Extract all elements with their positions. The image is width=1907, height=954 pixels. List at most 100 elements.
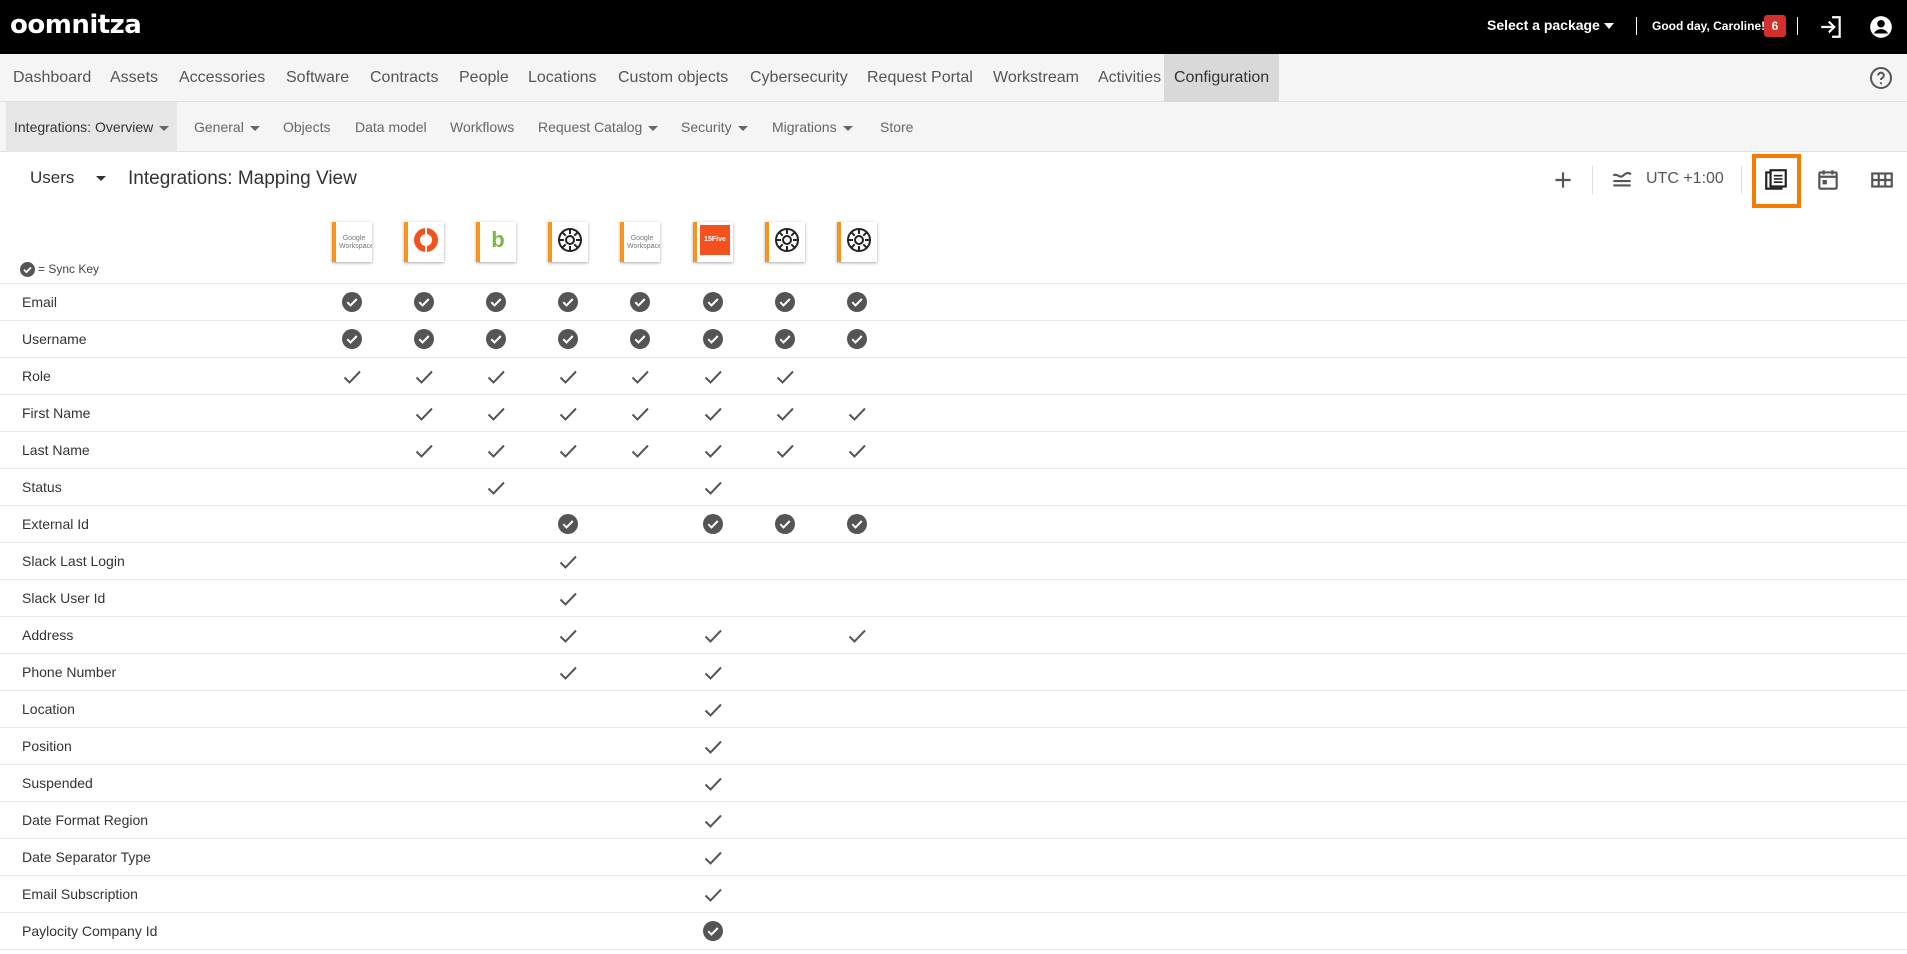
mapping-view-icon[interactable] [1763,167,1789,193]
subnav-item-objects[interactable]: Objects [283,102,330,152]
field-row: Address [0,616,1907,653]
subnav-label: Migrations [772,119,837,135]
chevron-down-icon[interactable] [1604,23,1614,29]
nav-item-dashboard[interactable]: Dashboard [13,54,91,102]
subnav-item-store[interactable]: Store [880,102,913,152]
subnav-item-workflows[interactable]: Workflows [450,102,514,152]
chevron-down-icon [96,176,107,182]
nav-item-contracts[interactable]: Contracts [370,54,438,102]
grid-view-icon[interactable] [1869,167,1895,193]
chevron-down-icon [737,125,748,131]
mapped-check-icon [341,367,363,387]
sub-nav: Integrations: Overview General Objects Data… [0,102,1907,152]
nav-item-software[interactable]: Software [286,54,349,102]
mapped-check-icon [557,552,579,572]
page-header: Users Integrations: Mapping View UTC +1:… [0,152,1907,208]
field-label: First Name [22,405,91,421]
integration-logo-google-workspace[interactable]: Google Workspace [620,222,660,262]
field-label: Slack Last Login [22,553,125,569]
subnav-item-migrations[interactable]: Migrations [772,102,853,152]
integration-logo-okta-like[interactable] [404,222,444,262]
integration-logo-generic-connector[interactable] [765,222,805,262]
mapped-check-icon [846,626,868,646]
mapped-check-icon [702,848,724,868]
sync-key-check-icon [702,513,724,534]
mapped-check-icon [702,626,724,646]
nav-item-assets[interactable]: Assets [110,54,158,102]
field-row: Last Name [0,431,1907,468]
integration-logos: Google Workspace b Google Workspace 15Five [0,216,1907,266]
sync-key-check-icon [557,291,579,312]
nav-item-cybersecurity[interactable]: Cybersecurity [750,54,848,102]
mapped-check-icon [846,404,868,424]
grid-bottom-border [0,949,1907,950]
integration-logo-bamboohr[interactable]: b [476,222,516,262]
mapped-check-icon [629,367,651,387]
calendar-icon[interactable] [1815,167,1841,193]
package-selector[interactable]: Select a package [1487,17,1600,33]
nav-item-workstream[interactable]: Workstream [993,54,1079,102]
app-logo[interactable]: oomnitza [10,10,142,40]
subnav-item-integrations-overview[interactable]: Integrations: Overview [6,102,178,152]
add-icon[interactable] [1550,167,1576,193]
field-label: Email Subscription [22,886,138,902]
sync-key-check-icon [846,513,868,534]
nav-item-locations[interactable]: Locations [528,54,597,102]
account-icon[interactable] [1868,14,1894,40]
logout-icon[interactable] [1818,14,1844,40]
sync-key-label: = Sync Key [38,262,100,276]
mapped-check-icon [702,774,724,794]
subnav-item-general[interactable]: General [194,102,260,152]
field-row: Role [0,357,1907,394]
integration-logo-google-workspace[interactable]: Google Workspace [332,222,372,262]
field-label: Last Name [22,442,90,458]
sync-key-check-icon [702,328,724,349]
subnav-label: Security [681,119,732,135]
sync-key-check-icon [846,328,868,349]
integration-logo-generic-connector[interactable] [548,222,588,262]
notification-badge[interactable]: 6 [1764,15,1786,37]
nav-item-activities[interactable]: Activities [1098,54,1161,102]
sync-key-legend: = Sync Key [20,262,100,278]
integration-logo-15five[interactable]: 15Five [693,222,733,262]
chevron-down-icon [648,125,659,131]
nav-item-configuration[interactable]: Configuration [1164,54,1280,102]
top-bar: oomnitza Select a package Good day, Caro… [0,0,1907,54]
subnav-item-security[interactable]: Security [681,102,748,152]
field-row: Phone Number [0,653,1907,690]
field-label: Date Format Region [22,812,149,828]
mapped-check-icon [557,404,579,424]
timezone-label[interactable]: UTC +1:00 [1646,170,1724,188]
mapped-check-icon [557,663,579,683]
object-type-dropdown[interactable]: Users [30,168,107,188]
subnav-item-data-model[interactable]: Data model [355,102,427,152]
field-row: Slack User Id [0,579,1907,616]
field-label: Suspended [22,775,93,791]
sync-key-check-icon [774,291,796,312]
divider [1636,17,1637,35]
field-label: Phone Number [22,664,117,680]
field-row: Date Separator Type [0,838,1907,875]
mapped-check-icon [702,663,724,683]
nav-item-request-portal[interactable]: Request Portal [867,54,973,102]
chevron-down-icon [249,125,260,131]
subnav-label: Integrations: Overview [14,119,154,135]
nav-item-people[interactable]: People [459,54,509,102]
sync-key-check-icon [629,291,651,312]
google-workspace-logo-text: Google Workspace [627,235,660,250]
subnav-item-request-catalog[interactable]: Request Catalog [538,102,659,152]
nav-item-custom-objects[interactable]: Custom objects [618,54,728,102]
help-icon[interactable] [1869,66,1893,90]
15five-logo-text: 15Five [700,225,730,255]
sync-key-check-icon [341,328,363,349]
mapped-check-icon [557,441,579,461]
sync-key-check-icon [485,328,507,349]
field-label: Location [22,701,75,717]
page-title: Integrations: Mapping View [128,168,357,189]
field-label: Role [22,368,51,384]
nav-item-accessories[interactable]: Accessories [179,54,265,102]
timezone-icon[interactable] [1609,167,1635,193]
mapped-check-icon [413,367,435,387]
integration-logo-generic-connector[interactable] [837,222,877,262]
mapping-grid: Email Username Role First Name Last Name Stat… [0,283,1907,950]
